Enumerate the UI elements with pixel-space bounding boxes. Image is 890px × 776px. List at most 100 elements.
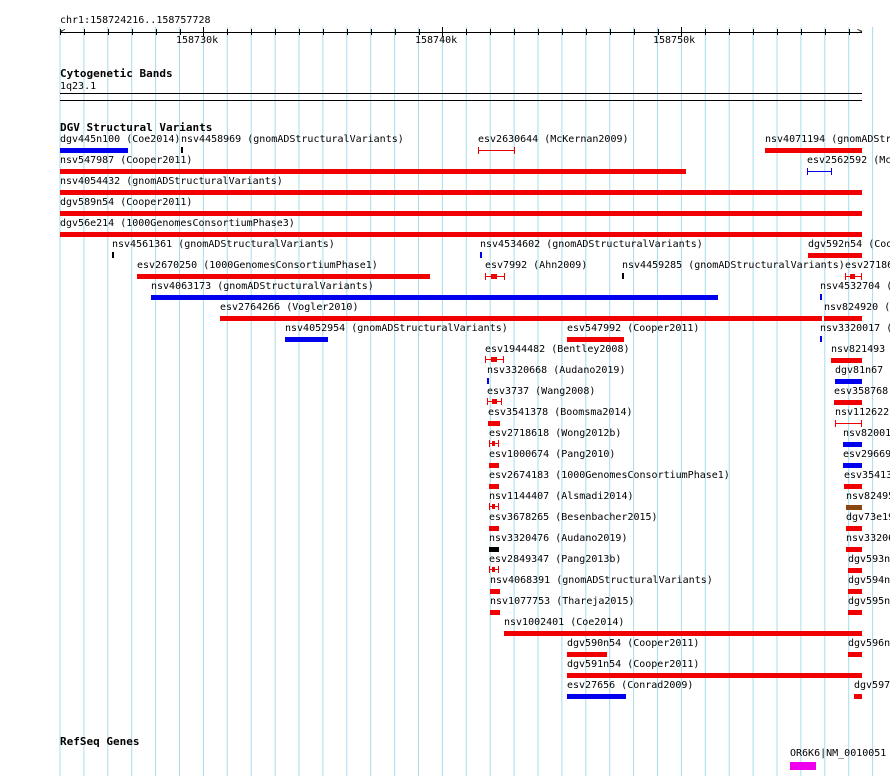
sv-feature-glyph[interactable] <box>844 484 862 489</box>
sv-feature-label[interactable]: esv2718618 (Wong2012b) <box>489 428 621 439</box>
sv-feature-label[interactable]: esv29669 <box>843 449 890 460</box>
sv-feature-label[interactable]: nsv3320668 (Audano2019) <box>487 365 625 376</box>
sv-feature-label[interactable]: esv7992 (Ahn2009) <box>485 260 587 271</box>
sv-feature-glyph[interactable] <box>854 694 862 699</box>
sv-feature-glyph[interactable] <box>765 148 862 153</box>
sv-feature-glyph[interactable] <box>489 526 499 531</box>
sv-feature-glyph[interactable] <box>846 505 862 510</box>
sv-feature-label[interactable]: nsv824920 ( <box>824 302 890 313</box>
sv-feature-glyph[interactable] <box>488 421 500 426</box>
sv-feature-label[interactable]: nsv3320476 (Audano2019) <box>489 533 627 544</box>
sv-feature-glyph[interactable] <box>490 610 500 615</box>
sv-feature-label[interactable]: esv1000674 (Pang2010) <box>489 449 615 460</box>
sv-feature-glyph[interactable] <box>567 652 607 657</box>
sv-feature-label[interactable]: esv2674183 (1000GenomesConsortiumPhase1) <box>489 470 730 481</box>
sv-feature-label[interactable]: dgv591n54 (Cooper2011) <box>567 659 699 670</box>
sv-feature-glyph[interactable] <box>220 316 822 321</box>
dgv-track-title[interactable]: DGV Structural Variants <box>60 121 212 134</box>
sv-feature-label[interactable]: nsv112622 <box>835 407 889 418</box>
sv-feature-label[interactable]: nsv4068391 (gnomADStructuralVariants) <box>490 575 713 586</box>
sv-feature-glyph[interactable] <box>846 547 862 552</box>
sv-feature-glyph[interactable] <box>567 337 624 342</box>
sv-feature-label[interactable]: nsv4063173 (gnomADStructuralVariants) <box>151 281 374 292</box>
sv-feature-label[interactable]: esv1944482 (Bentley2008) <box>485 344 630 355</box>
sv-feature-label[interactable]: dgv589n54 (Cooper2011) <box>60 197 192 208</box>
sv-feature-label[interactable]: esv2849347 (Pang2013b) <box>489 554 621 565</box>
sv-feature-label[interactable]: dgv56e214 (1000GenomesConsortiumPhase3) <box>60 218 295 229</box>
sv-feature-glyph[interactable] <box>848 610 862 615</box>
sv-feature-glyph[interactable] <box>808 253 862 258</box>
sv-feature-glyph[interactable] <box>835 379 862 384</box>
sv-feature-glyph[interactable] <box>60 232 862 237</box>
sv-feature-label[interactable]: nsv33206 <box>846 533 890 544</box>
sv-feature-label[interactable]: dgv590n54 (Cooper2011) <box>567 638 699 649</box>
gene-feature-label[interactable]: OR6K6|NM_0010051 <box>790 748 886 759</box>
sv-feature-glyph[interactable] <box>480 252 482 258</box>
sv-feature-label[interactable]: nsv4459285 (gnomADStructuralVariants) <box>622 260 845 271</box>
sv-feature-label[interactable]: nsv4561361 (gnomADStructuralVariants) <box>112 239 335 250</box>
sv-feature-glyph[interactable] <box>848 568 862 573</box>
sv-feature-label[interactable]: nsv1144407 (Alsmadi2014) <box>489 491 634 502</box>
sv-feature-label[interactable]: dgv592n54 (Coo <box>808 239 890 250</box>
sv-feature-glyph[interactable] <box>843 442 862 447</box>
sv-feature-glyph[interactable] <box>60 148 128 153</box>
sv-feature-label[interactable]: esv358768 <box>834 386 888 397</box>
sv-feature-label[interactable]: dgv593n <box>848 554 890 565</box>
sv-feature-glyph[interactable] <box>835 423 862 424</box>
sv-feature-label[interactable]: esv2630644 (McKernan2009) <box>478 134 629 145</box>
sv-feature-glyph[interactable] <box>181 147 183 153</box>
sv-feature-label[interactable]: dgv73e19 <box>846 512 890 523</box>
sv-feature-glyph[interactable] <box>848 652 862 657</box>
sv-feature-label[interactable]: esv3541378 (Boomsma2014) <box>488 407 633 418</box>
sv-feature-glyph[interactable] <box>567 694 626 699</box>
sv-feature-glyph[interactable] <box>285 337 328 342</box>
sv-feature-label[interactable]: dgv445n100 (Coe2014) <box>60 134 180 145</box>
sv-feature-glyph[interactable] <box>831 358 862 363</box>
sv-feature-label[interactable]: nsv4458969 (gnomADStructuralVariants) <box>181 134 404 145</box>
sv-feature-label[interactable]: nsv4052954 (gnomADStructuralVariants) <box>285 323 508 334</box>
sv-feature-glyph[interactable] <box>824 316 862 321</box>
sv-feature-label[interactable]: esv3678265 (Besenbacher2015) <box>489 512 658 523</box>
sv-feature-glyph[interactable] <box>489 463 499 468</box>
sv-feature-label[interactable]: dgv81n67 <box>835 365 883 376</box>
sv-feature-glyph[interactable] <box>820 336 822 342</box>
sv-feature-glyph[interactable] <box>112 252 114 258</box>
sv-feature-glyph[interactable] <box>60 211 862 216</box>
sv-feature-glyph[interactable] <box>60 190 862 195</box>
sv-feature-glyph[interactable] <box>478 150 515 151</box>
sv-feature-label[interactable]: nsv547987 (Cooper2011) <box>60 155 192 166</box>
sv-feature-glyph[interactable] <box>622 273 624 279</box>
sv-feature-glyph[interactable] <box>489 484 499 489</box>
sv-feature-glyph[interactable] <box>567 673 862 678</box>
sv-feature-label[interactable]: dgv597 <box>854 680 890 691</box>
sv-feature-glyph[interactable] <box>807 171 832 172</box>
refseq-track-title[interactable]: RefSeq Genes <box>60 735 139 748</box>
sv-feature-label[interactable]: dgv594n <box>848 575 890 586</box>
sv-feature-label[interactable]: esv2562592 (Mc <box>807 155 890 166</box>
sv-feature-label[interactable]: nsv821493 <box>831 344 885 355</box>
sv-feature-glyph[interactable] <box>490 589 500 594</box>
sv-feature-glyph[interactable] <box>820 294 822 300</box>
sv-feature-label[interactable]: esv547992 (Cooper2011) <box>567 323 699 334</box>
sv-feature-glyph[interactable] <box>60 169 686 174</box>
gene-feature-glyph[interactable] <box>790 762 816 770</box>
sv-feature-label[interactable]: esv27186 <box>845 260 890 271</box>
sv-feature-label[interactable]: nsv1077753 (Thareja2015) <box>490 596 635 607</box>
sv-feature-glyph[interactable] <box>843 463 862 468</box>
sv-feature-label[interactable]: esv35413 <box>844 470 890 481</box>
sv-feature-glyph[interactable] <box>846 526 862 531</box>
sv-feature-glyph[interactable] <box>487 378 489 384</box>
sv-feature-label[interactable]: esv2764266 (Vogler2010) <box>220 302 358 313</box>
sv-feature-glyph[interactable] <box>151 295 718 300</box>
ruler-right-arrow-icon[interactable]: > <box>857 28 862 37</box>
sv-feature-label[interactable]: nsv1002401 (Coe2014) <box>504 617 624 628</box>
sv-feature-label[interactable]: nsv4054432 (gnomADStructuralVariants) <box>60 176 283 187</box>
sv-feature-label[interactable]: nsv82495 <box>846 491 890 502</box>
sv-feature-label[interactable]: nsv4532704 ( <box>820 281 890 292</box>
sv-feature-glyph[interactable] <box>848 589 862 594</box>
sv-feature-label[interactable]: dgv595n <box>848 596 890 607</box>
sv-feature-glyph[interactable] <box>489 547 499 552</box>
sv-feature-label[interactable]: esv3737 (Wang2008) <box>487 386 595 397</box>
sv-feature-glyph[interactable] <box>834 400 862 405</box>
sv-feature-label[interactable]: esv27656 (Conrad2009) <box>567 680 693 691</box>
